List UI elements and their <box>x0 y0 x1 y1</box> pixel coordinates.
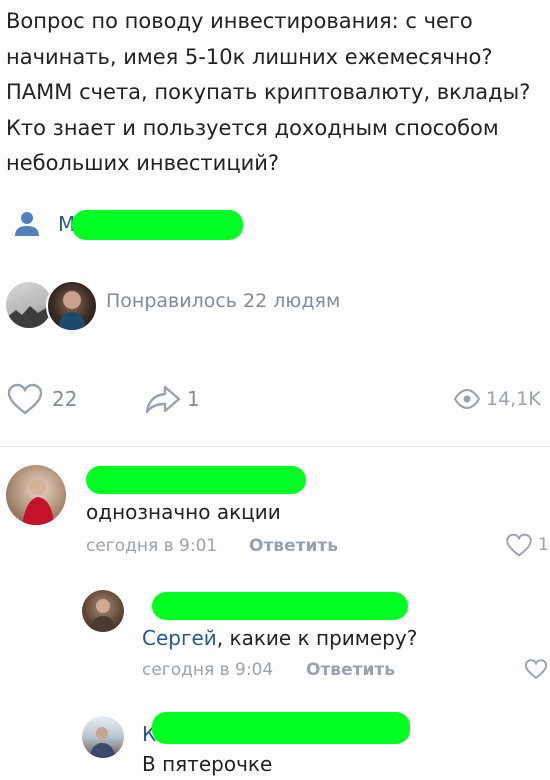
heart-icon <box>7 383 43 415</box>
like-button[interactable]: 22 <box>6 382 77 416</box>
mention-link[interactable]: Сергей <box>142 626 217 650</box>
portrait-icon <box>89 727 116 758</box>
comment-text: Сергей, какие к примеру? <box>142 626 417 650</box>
share-button[interactable]: 1 <box>143 382 200 416</box>
portrait-icon <box>90 599 116 632</box>
share-icon <box>145 385 181 414</box>
user-icon <box>15 212 39 236</box>
comment-time: сегодня в 9:04 <box>142 660 274 680</box>
comment-body: , какие к примеру? <box>216 626 418 650</box>
avatar[interactable] <box>6 465 66 525</box>
comment-time: сегодня в 9:01 <box>86 536 218 556</box>
portrait-icon <box>22 479 54 525</box>
like-count: 22 <box>52 387 78 411</box>
share-count: 1 <box>187 387 200 411</box>
redaction-mark <box>72 210 243 240</box>
eye-icon <box>454 389 480 409</box>
comment-like-button[interactable]: 1 <box>505 532 549 558</box>
reply-button[interactable]: Ответить <box>249 536 338 556</box>
avatar[interactable] <box>82 590 124 632</box>
reply-button[interactable]: Ответить <box>306 660 395 680</box>
heart-icon <box>506 533 532 557</box>
likes-summary[interactable]: Понравилось 22 людям <box>106 290 340 312</box>
divider <box>0 446 550 447</box>
comment-like-button[interactable] <box>524 658 548 684</box>
comment-like-count: 1 <box>538 535 549 555</box>
view-count: 14,1K <box>486 388 541 410</box>
redaction-mark <box>86 466 306 494</box>
comment-text: В пятерочке <box>142 752 273 776</box>
heart-icon <box>524 659 548 680</box>
redaction-mark <box>152 712 410 744</box>
comment-text: однозначно акции <box>86 500 281 524</box>
portrait-icon <box>58 291 86 330</box>
views: 14,1K <box>454 382 541 416</box>
avatar[interactable] <box>46 280 98 332</box>
redaction-mark <box>152 592 408 620</box>
avatar[interactable] <box>82 716 124 758</box>
post-text: Вопрос по поводу инвестирования: с чего … <box>6 9 531 175</box>
